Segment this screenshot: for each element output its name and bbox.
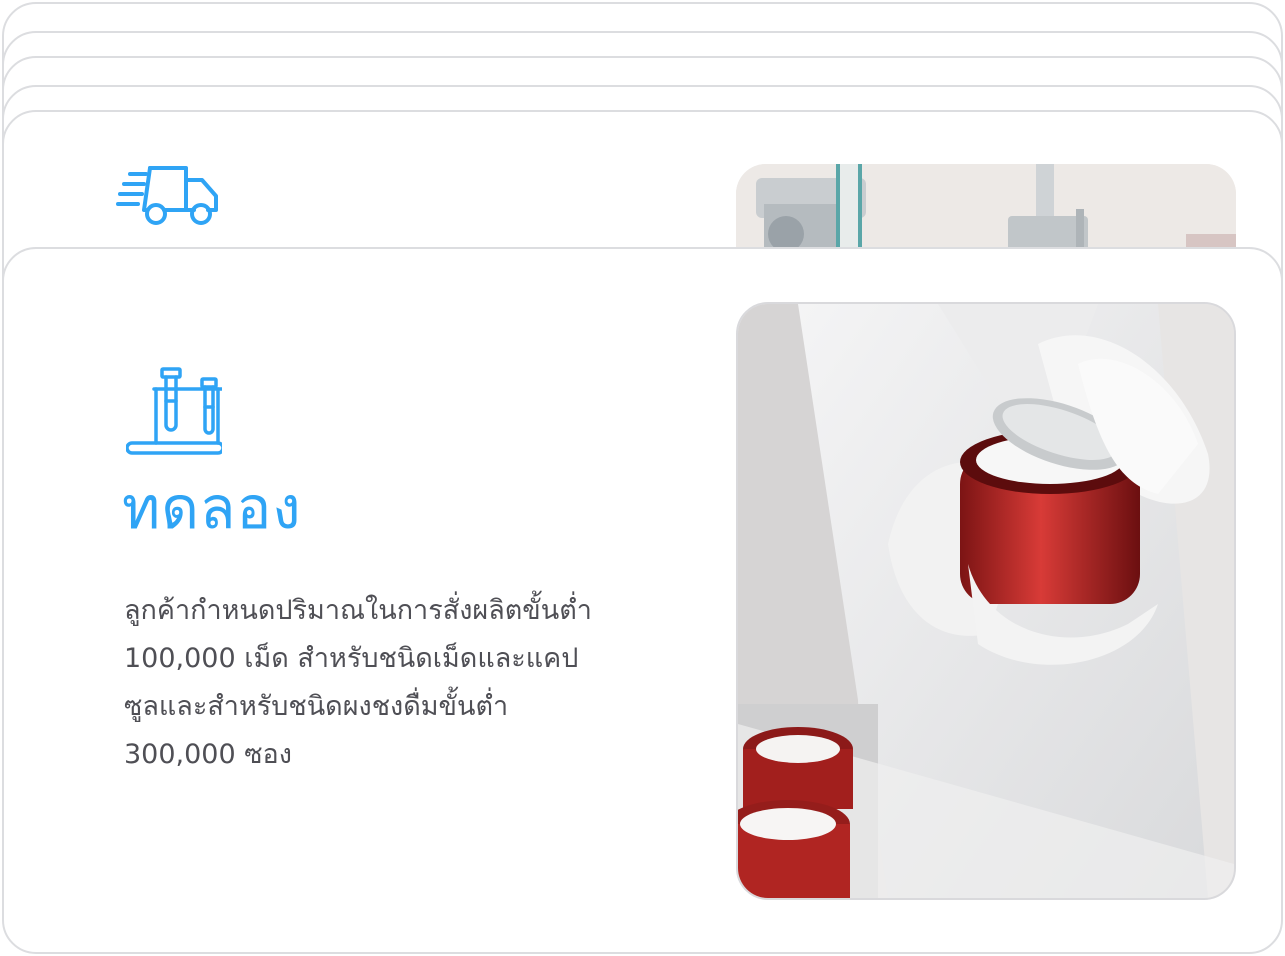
delivery-truck-icon xyxy=(116,166,218,225)
card-stack: ทดลอง ลูกค้ากำหนดปริมาณในการสั่งผลิตขั้น… xyxy=(0,0,1285,956)
lab-photo xyxy=(736,302,1236,900)
card-description: ลูกค้ากำหนดปริมาณในการสั่งผลิตขั้นต่ำ 10… xyxy=(124,595,592,770)
trial-card[interactable]: ทดลอง ลูกค้ากำหนดปริมาณในการสั่งผลิตขั้น… xyxy=(2,247,1283,954)
factory-photo xyxy=(736,164,1236,254)
card-title: ทดลอง xyxy=(122,474,302,542)
cosmetic-jar-illustration xyxy=(738,304,1234,898)
test-tubes-icon xyxy=(126,367,222,455)
factory-equipment-illustration xyxy=(736,164,1236,254)
